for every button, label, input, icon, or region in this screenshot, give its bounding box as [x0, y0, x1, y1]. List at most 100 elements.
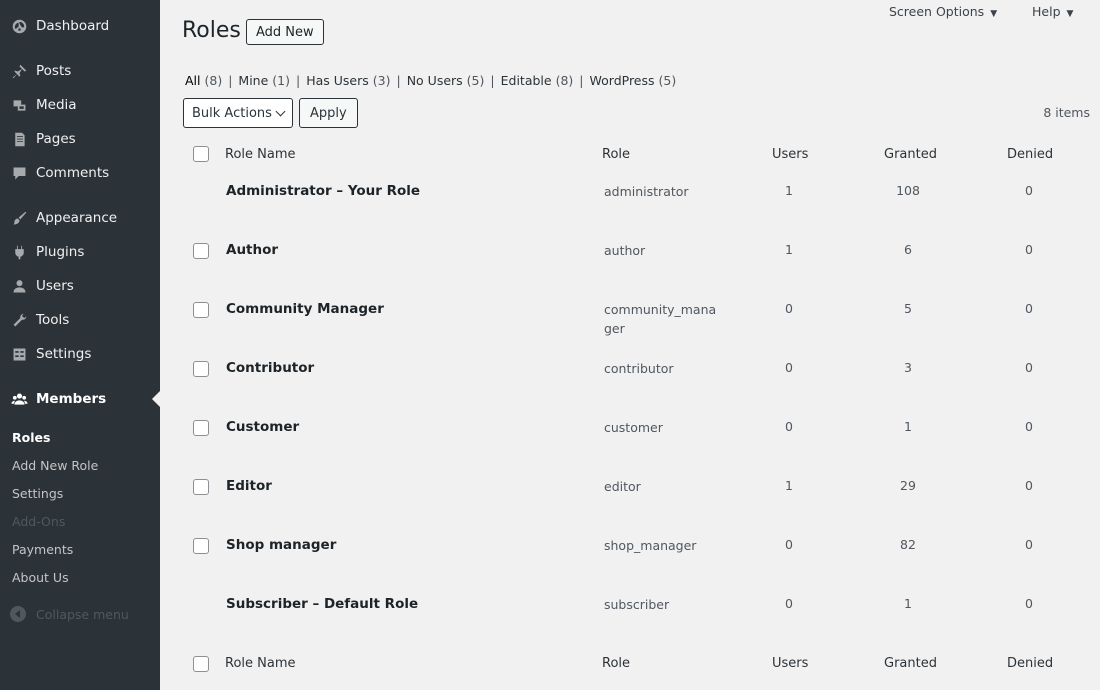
role-name-link[interactable]: Subscriber – Default Role	[226, 596, 418, 612]
granted-count: 82	[900, 537, 916, 552]
caret-down-icon: ▼	[1066, 9, 1074, 19]
users-count: 1	[785, 242, 793, 257]
denied-count: 0	[1025, 596, 1033, 611]
granted-count: 1	[904, 596, 912, 611]
column-footer-denied[interactable]: Denied	[1007, 656, 1053, 671]
sidebar-item-posts[interactable]: Posts	[0, 54, 160, 88]
select-all-checkbox[interactable]	[193, 146, 209, 162]
submenu-item-about-us[interactable]: About Us	[12, 570, 69, 585]
role-slug: author	[604, 243, 646, 258]
select-all-checkbox[interactable]	[193, 656, 209, 672]
row-checkbox[interactable]	[193, 479, 209, 495]
submenu-item-settings[interactable]: Settings	[12, 486, 63, 501]
sidebar-item-dashboard[interactable]: Dashboard	[0, 9, 160, 43]
screen-options-label: Screen Options	[889, 4, 985, 19]
role-name-link[interactable]: Contributor	[226, 360, 314, 376]
wrench-icon	[9, 310, 29, 330]
sidebar-item-members[interactable]: Members	[0, 382, 160, 416]
filter-all[interactable]: All (8)	[185, 73, 222, 88]
denied-count: 0	[1025, 537, 1033, 552]
users-count: 1	[785, 183, 793, 198]
column-header-role-name[interactable]: Role Name	[225, 147, 296, 162]
comment-icon	[9, 163, 29, 183]
role-name-link[interactable]: Customer	[226, 419, 299, 435]
sidebar-item-settings[interactable]: Settings	[0, 337, 160, 371]
role-name-link[interactable]: Editor	[226, 478, 272, 494]
column-header-denied[interactable]: Denied	[1007, 147, 1053, 162]
collapse-menu-button[interactable]: Collapse menu	[10, 606, 129, 622]
role-name-link[interactable]: Community Manager	[226, 301, 384, 317]
sidebar-item-label: Dashboard	[36, 18, 110, 34]
column-header-users[interactable]: Users	[772, 147, 808, 162]
column-footer-role-name[interactable]: Role Name	[225, 656, 296, 671]
column-footer-role[interactable]: Role	[602, 656, 630, 671]
settings-icon	[9, 344, 29, 364]
row-checkbox[interactable]	[193, 302, 209, 318]
row-checkbox[interactable]	[193, 420, 209, 436]
column-footer-users[interactable]: Users	[772, 656, 808, 671]
role-name-link[interactable]: Administrator – Your Role	[226, 183, 420, 199]
sidebar-item-label: Plugins	[36, 244, 85, 260]
role-slug: contributor	[604, 361, 674, 376]
filter-no-users[interactable]: No Users (5)	[407, 73, 485, 88]
denied-count: 0	[1025, 242, 1033, 257]
pages-icon	[9, 129, 29, 149]
users-count: 1	[785, 478, 793, 493]
granted-count: 3	[904, 360, 912, 375]
row-checkbox[interactable]	[193, 243, 209, 259]
main-content: Screen Options ▼ Help ▼ Roles Add New All …	[160, 0, 1100, 690]
view-filters: All (8) | Mine (1) | Has Users (3) | No Users …	[185, 73, 677, 88]
items-count: 8 items	[1043, 105, 1090, 120]
role-name-link[interactable]: Author	[226, 242, 278, 258]
submenu-item-add-ons[interactable]: Add-Ons	[12, 514, 65, 529]
dashboard-icon	[9, 16, 29, 36]
sidebar-item-label: Users	[36, 278, 74, 294]
granted-count: 108	[896, 183, 920, 198]
column-footer-granted[interactable]: Granted	[884, 656, 937, 671]
granted-count: 5	[904, 301, 912, 316]
sidebar-item-plugins[interactable]: Plugins	[0, 235, 160, 269]
role-slug: shop_manager	[604, 538, 697, 553]
role-slug: subscriber	[604, 597, 670, 612]
sidebar-item-label: Comments	[36, 165, 110, 181]
users-count: 0	[785, 301, 793, 316]
sidebar-item-label: Settings	[36, 346, 92, 362]
apply-button[interactable]: Apply	[299, 98, 358, 128]
sidebar-item-appearance[interactable]: Appearance	[0, 201, 160, 235]
brush-icon	[9, 208, 29, 228]
filter-wordpress[interactable]: WordPress (5)	[590, 73, 677, 88]
filter-editable[interactable]: Editable (8)	[501, 73, 574, 88]
sidebar-item-users[interactable]: Users	[0, 269, 160, 303]
filter-has-users[interactable]: Has Users (3)	[306, 73, 390, 88]
sidebar-item-label: Tools	[36, 312, 70, 328]
row-checkbox[interactable]	[193, 361, 209, 377]
submenu-item-payments[interactable]: Payments	[12, 542, 73, 557]
bulk-actions-select[interactable]: Bulk Actions	[183, 98, 293, 128]
chevron-down-icon	[275, 106, 286, 117]
submenu-item-roles[interactable]: Roles	[12, 430, 50, 445]
groups-icon	[9, 389, 29, 409]
screen-options-toggle[interactable]: Screen Options ▼	[889, 4, 997, 19]
denied-count: 0	[1025, 360, 1033, 375]
users-count: 0	[785, 419, 793, 434]
filter-mine[interactable]: Mine (1)	[238, 73, 290, 88]
column-header-granted[interactable]: Granted	[884, 147, 937, 162]
sidebar-item-media[interactable]: Media	[0, 88, 160, 122]
submenu-item-add-new-role[interactable]: Add New Role	[12, 458, 98, 473]
add-new-button[interactable]: Add New	[246, 19, 324, 45]
sidebar-item-label: Members	[36, 391, 107, 407]
sidebar-item-pages[interactable]: Pages	[0, 122, 160, 156]
denied-count: 0	[1025, 301, 1033, 316]
help-toggle[interactable]: Help ▼	[1032, 4, 1073, 19]
sidebar-item-comments[interactable]: Comments	[0, 156, 160, 190]
users-icon	[9, 276, 29, 296]
row-checkbox[interactable]	[193, 538, 209, 554]
users-count: 0	[785, 537, 793, 552]
denied-count: 0	[1025, 183, 1033, 198]
sidebar-item-tools[interactable]: Tools	[0, 303, 160, 337]
role-slug: administrator	[604, 184, 689, 199]
pin-icon	[9, 61, 29, 81]
role-name-link[interactable]: Shop manager	[226, 537, 336, 553]
column-header-role[interactable]: Role	[602, 147, 630, 162]
caret-down-icon: ▼	[990, 9, 998, 19]
